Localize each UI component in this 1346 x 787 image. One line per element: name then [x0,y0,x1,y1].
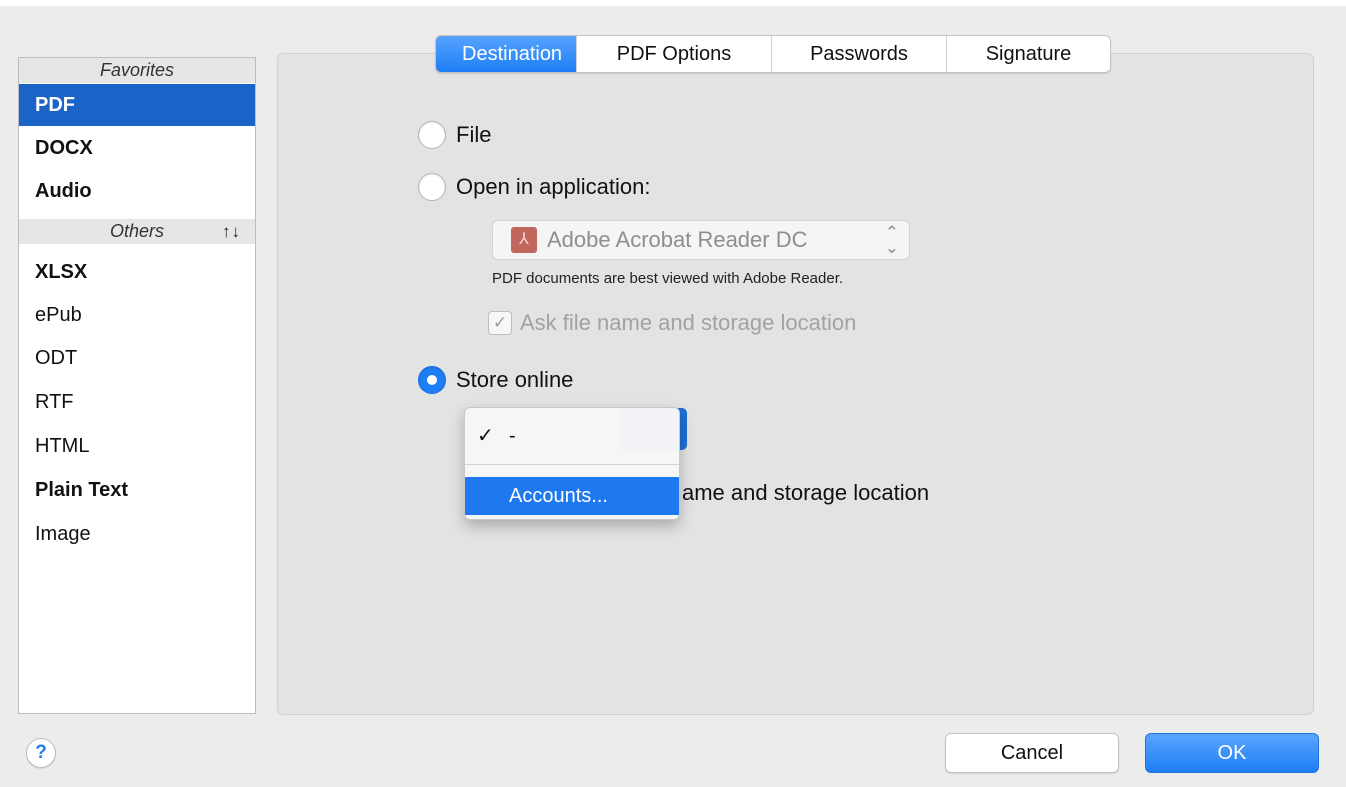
open-in-app-label: Open in application: [456,174,651,199]
menu-item-accounts[interactable]: Accounts... [465,477,679,515]
favorites-header-label: Favorites [99,60,175,80]
sidebar-item-xlsx[interactable]: XLSX [19,251,255,293]
open-in-app-option[interactable]: Open in application: [418,170,650,204]
favorites-header: Favorites [19,58,255,83]
adobe-acrobat-icon: ⅄ [511,227,537,253]
account-dropdown-menu: ✓ - Accounts... [464,407,680,520]
file-radio[interactable] [418,121,446,149]
radio-dot [427,375,437,385]
store-online-option[interactable]: Store online [418,363,573,397]
sidebar-item-pdf[interactable]: PDF [19,84,255,126]
tab-destination[interactable]: Destination [436,36,576,72]
sort-arrows-icon[interactable]: ↑↓ [222,219,241,244]
sidebar-item-audio[interactable]: Audio [19,170,255,212]
menu-item-none-label: - [509,425,516,447]
store-online-label: Store online [456,367,574,392]
sidebar-item-image[interactable]: Image [19,513,255,555]
sidebar-item-plain-text[interactable]: Plain Text [19,469,255,511]
sidebar-item-html[interactable]: HTML [19,425,255,467]
app-note: PDF documents are best viewed with Adobe… [492,270,844,287]
chevron-updown-icon: ⌃ ⌄ [884,223,899,257]
file-option[interactable]: File [418,118,491,152]
window-top-edge [0,0,1346,6]
ok-button[interactable]: OK [1145,733,1319,773]
store-online-radio[interactable] [418,366,446,394]
sidebar-item-rtf[interactable]: RTF [19,381,255,423]
tab-passwords[interactable]: Passwords [771,36,946,72]
format-list: Favorites PDF DOCX Audio Others ↑↓ XLSX … [18,57,256,714]
open-in-app-radio[interactable] [418,173,446,201]
ask-location-label-online: ame and storage location [682,480,930,505]
file-label: File [456,122,492,147]
application-select[interactable]: ⅄ Adobe Acrobat Reader DC ⌃ ⌄ [492,220,910,260]
help-button[interactable]: ? [26,738,56,768]
sidebar-item-odt[interactable]: ODT [19,337,255,379]
sidebar-item-epub[interactable]: ePub [19,294,255,336]
tab-bar: Destination PDF Options Passwords Signat… [435,35,1111,73]
tab-pdf-options[interactable]: PDF Options [576,36,771,72]
ask-location-checkbox-disabled[interactable]: ✓ [488,311,512,335]
sidebar-item-docx[interactable]: DOCX [19,127,255,169]
menu-separator [465,464,679,465]
tab-signature[interactable]: Signature [946,36,1110,72]
others-header: Others ↑↓ [19,219,255,244]
ask-location-option-disabled[interactable]: ✓ Ask file name and storage location [488,310,856,336]
menu-item-none[interactable]: ✓ - [465,416,679,456]
others-header-label: Others [109,221,165,241]
application-select-value: Adobe Acrobat Reader DC [547,227,808,252]
ask-location-label-disabled: Ask file name and storage location [520,310,857,335]
cancel-button[interactable]: Cancel [945,733,1119,773]
checkmark-icon: ✓ [477,425,494,447]
